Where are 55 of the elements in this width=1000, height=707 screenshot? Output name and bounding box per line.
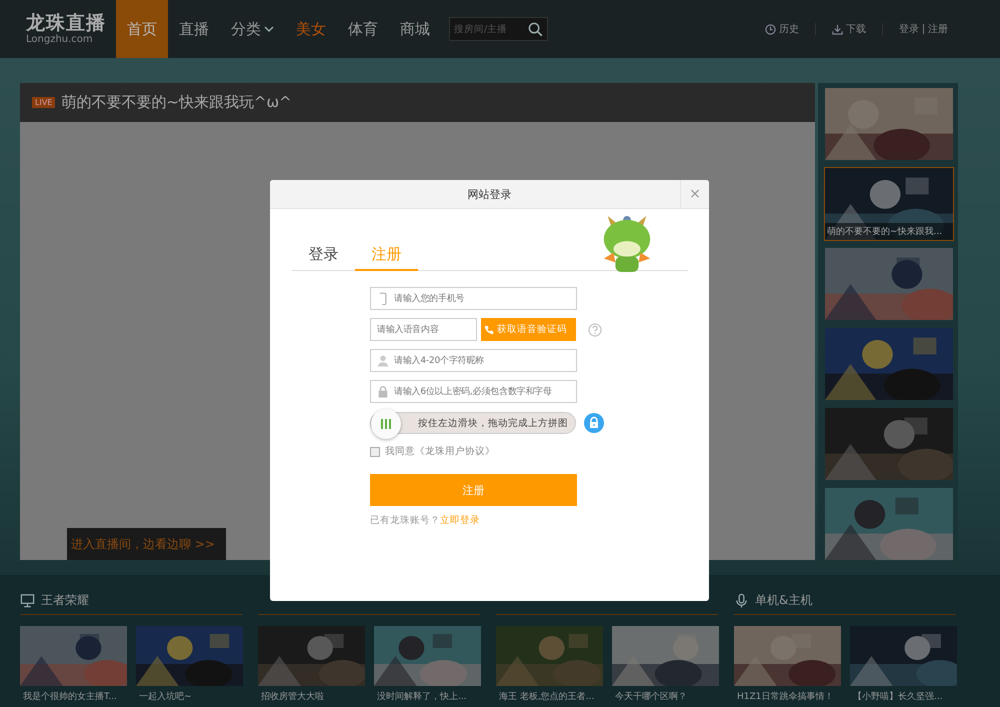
search-icon[interactable] xyxy=(528,22,543,36)
stream-caption[interactable]: 一起入坑吧~ xyxy=(136,690,243,703)
thumbnail-caption: 萌的不要不要的~快来跟我... xyxy=(825,223,953,240)
section-title[interactable]: 王者荣耀 xyxy=(41,592,89,609)
phone-icon xyxy=(377,292,389,305)
dialog-title: 网站登录 xyxy=(468,186,512,202)
nav-tab[interactable]: 分类 xyxy=(220,0,285,58)
login-link[interactable]: 登录 xyxy=(899,22,919,36)
lock-icon xyxy=(377,385,389,398)
placeholder-text: 请输入6位以上密码,必须包含数字和字母 xyxy=(394,386,552,398)
nav-tab[interactable]: 美女 xyxy=(285,0,337,58)
section-title[interactable]: 单机&主机 xyxy=(755,592,812,609)
stream-caption[interactable]: 海王 老板,您点的王者... xyxy=(496,690,603,703)
dialog-tab[interactable]: 登录 xyxy=(292,239,355,271)
clock-icon xyxy=(765,24,776,34)
search-placeholder: 搜房间/主播 xyxy=(453,22,508,36)
placeholder-text: 请输入4-20个字符昵称 xyxy=(394,354,484,367)
caret-icon xyxy=(264,26,274,32)
lock-icon xyxy=(584,413,604,433)
agreement-label: 我同意《龙珠用户协议》 xyxy=(385,445,495,458)
account-prompt: 已有龙珠账号？ xyxy=(370,515,440,526)
live-badge: LIVE xyxy=(32,97,56,108)
placeholder-text: 请输入您的手机号 xyxy=(394,292,464,305)
site-logo[interactable]: 龙珠直播 xyxy=(26,12,116,34)
stream-thumbnail[interactable]: 萌的不要不要的~快来跟我... xyxy=(824,167,954,241)
stream-caption[interactable]: 招收房管大大啦 xyxy=(258,690,365,703)
password-field[interactable]: 请输入6位以上密码,必须包含数字和字母 xyxy=(370,380,577,403)
help-icon[interactable] xyxy=(588,323,602,337)
nav-tab[interactable]: 首页 xyxy=(116,0,168,58)
nickname-field[interactable]: 请输入4-20个字符昵称 xyxy=(370,349,577,372)
slider-hint: 按住左边滑块，拖动完成上方拼图 xyxy=(418,416,568,430)
nav-tab[interactable]: 商城 xyxy=(389,0,441,58)
user-icon xyxy=(377,354,389,367)
slider-handle[interactable] xyxy=(371,409,401,439)
grip-icon xyxy=(380,418,392,430)
nav-tab[interactable]: 直播 xyxy=(168,0,220,58)
site-url: Longzhu.com xyxy=(26,34,94,46)
stream-caption[interactable]: 没时间解释了，快上... xyxy=(374,690,481,703)
stream-caption[interactable]: H1Z1日常跳伞搞事情！ xyxy=(734,690,841,703)
register-link[interactable]: 注册 xyxy=(928,22,948,36)
voice-code-field[interactable]: 请输入语音内容 xyxy=(370,318,477,341)
microphone-icon xyxy=(734,593,749,608)
stream-title: 萌的不要不要的~快来跟我玩^ω^ xyxy=(61,93,292,112)
download-icon xyxy=(832,24,843,34)
nav-tab[interactable]: 体育 xyxy=(337,0,389,58)
stream-caption[interactable]: 【小野喵】长久坚强... xyxy=(850,690,957,703)
stream-caption[interactable]: 我是个很帅的女主播T... xyxy=(20,690,127,703)
monitor-icon xyxy=(20,593,35,608)
history-link[interactable]: 历史 xyxy=(765,22,799,36)
phone-field[interactable]: 请输入您的手机号 xyxy=(370,287,577,310)
placeholder-text: 请输入语音内容 xyxy=(377,324,439,336)
stream-caption[interactable]: 今天干哪个区啊？ xyxy=(612,690,719,703)
agree-checkbox[interactable] xyxy=(370,446,380,456)
download-link[interactable]: 下载 xyxy=(832,22,866,36)
phone-icon xyxy=(484,324,494,334)
